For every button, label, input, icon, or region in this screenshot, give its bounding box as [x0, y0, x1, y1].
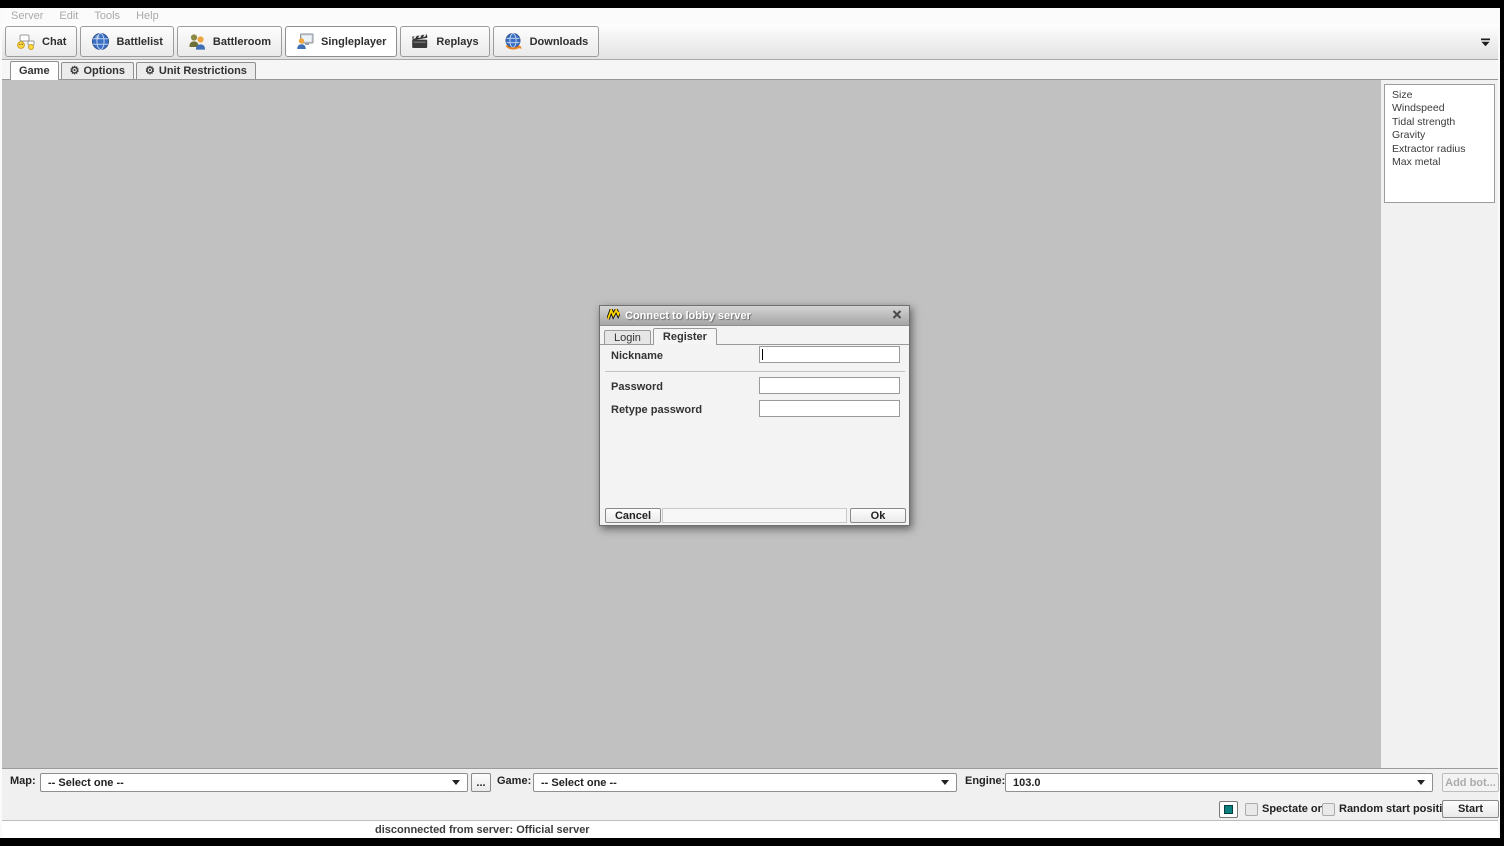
progress-gauge	[662, 508, 847, 523]
map-select-value: -- Select one --	[48, 777, 124, 789]
status-bar: disconnected from server: Official serve…	[2, 820, 1498, 838]
subtab-unit-restrictions[interactable]: ⚙ Unit Restrictions	[136, 62, 256, 79]
tab-downloads[interactable]: Downloads	[493, 26, 600, 57]
retype-password-label: Retype password	[611, 404, 702, 416]
tab-login-label: Login	[614, 332, 641, 344]
tab-chat-label: Chat	[42, 36, 66, 48]
random-start-checkbox[interactable]	[1322, 803, 1335, 816]
player-color-swatch	[1224, 805, 1233, 814]
screen: Server Edit Tools Help Chat	[0, 0, 1504, 846]
connect-dialog-title: Connect to lobby server	[625, 310, 751, 322]
tab-login[interactable]: Login	[604, 330, 651, 344]
subtab-options-label: Options	[83, 65, 125, 77]
map-info-panel: Size Windspeed Tidal strength Gravity Ex…	[1381, 80, 1498, 768]
globe-icon	[91, 32, 110, 51]
map-browse-button[interactable]: ...	[471, 773, 491, 792]
subtab-game-label: Game	[19, 65, 50, 77]
menu-bar: Server Edit Tools Help	[2, 8, 1498, 24]
gear-icon: ⚙	[70, 66, 80, 77]
game-select[interactable]: -- Select one --	[533, 773, 957, 792]
menu-server[interactable]: Server	[11, 10, 43, 22]
map-info-size-label: Size	[1392, 89, 1494, 102]
clapperboard-icon	[411, 32, 430, 51]
add-bot-button[interactable]: Add bot...	[1442, 773, 1499, 792]
password-label: Password	[611, 381, 663, 393]
nickname-field[interactable]	[759, 346, 900, 363]
connect-dialog-tabs: Login Register	[600, 327, 909, 345]
status-text: disconnected from server: Official serve…	[375, 824, 590, 836]
cancel-button[interactable]: Cancel	[605, 508, 661, 523]
close-icon[interactable]	[892, 310, 902, 322]
chat-icon	[16, 34, 36, 50]
tab-singleplayer-label: Singleplayer	[321, 36, 386, 48]
start-button[interactable]: Start	[1442, 800, 1499, 818]
cancel-label: Cancel	[615, 510, 651, 522]
tab-replays[interactable]: Replays	[400, 26, 489, 57]
tab-register-label: Register	[663, 331, 707, 343]
chevron-down-icon	[1417, 780, 1425, 785]
map-info-gravity-label: Gravity	[1392, 129, 1494, 142]
spectate-only-checkbox[interactable]	[1245, 803, 1258, 816]
lightning-icon	[607, 309, 620, 323]
tab-battleroom[interactable]: Battleroom	[177, 26, 282, 57]
gear-icon: ⚙	[145, 66, 155, 77]
tab-chat[interactable]: Chat	[5, 26, 77, 57]
start-label: Start	[1458, 803, 1483, 815]
ok-label: Ok	[871, 510, 886, 522]
menu-help[interactable]: Help	[136, 10, 159, 22]
map-info-extractor-label: Extractor radius	[1392, 143, 1494, 156]
divider	[605, 371, 905, 372]
engine-label: Engine:	[965, 775, 1005, 787]
users-icon	[188, 32, 207, 51]
tab-replays-label: Replays	[436, 36, 478, 48]
tab-singleplayer[interactable]: Singleplayer	[285, 26, 397, 57]
password-field[interactable]	[759, 377, 900, 394]
map-info-box: Size Windspeed Tidal strength Gravity Ex…	[1384, 84, 1495, 203]
subtab-unit-restrictions-label: Unit Restrictions	[159, 65, 247, 77]
add-bot-label: Add bot...	[1445, 777, 1496, 789]
subtab-options[interactable]: ⚙ Options	[61, 62, 134, 79]
singleplayer-icon	[296, 32, 315, 51]
map-select[interactable]: -- Select one --	[40, 773, 468, 792]
player-color-button[interactable]	[1219, 801, 1238, 818]
toolbar-overflow-icon[interactable]	[1480, 38, 1491, 50]
game-label: Game:	[497, 775, 531, 787]
menu-edit[interactable]: Edit	[59, 10, 78, 22]
subtab-game[interactable]: Game	[10, 61, 59, 80]
map-label: Map:	[10, 775, 36, 787]
tab-battlelist-label: Battlelist	[116, 36, 162, 48]
tab-downloads-label: Downloads	[530, 36, 589, 48]
nickname-label: Nickname	[611, 350, 663, 362]
main-toolbar: Chat Battlelist	[2, 24, 1498, 60]
singleplayer-subtabs: Game ⚙ Options ⚙ Unit Restrictions	[2, 60, 1498, 80]
battle-setup-bar: Map: -- Select one -- ... Game: -- Selec…	[2, 768, 1498, 820]
map-info-tidal-label: Tidal strength	[1392, 116, 1494, 129]
engine-select[interactable]: 103.0	[1005, 773, 1433, 792]
tab-battlelist[interactable]: Battlelist	[80, 26, 173, 57]
tab-battleroom-label: Battleroom	[213, 36, 271, 48]
map-info-maxmetal-label: Max metal	[1392, 156, 1494, 169]
connect-dialog-titlebar[interactable]: Connect to lobby server	[600, 306, 909, 326]
map-browse-label: ...	[476, 777, 485, 789]
ok-button[interactable]: Ok	[850, 508, 906, 523]
connect-dialog: Connect to lobby server Login Register N…	[599, 305, 910, 526]
game-select-value: -- Select one --	[541, 777, 617, 789]
chevron-down-icon	[452, 780, 460, 785]
text-caret	[762, 349, 763, 360]
chevron-down-icon	[941, 780, 949, 785]
engine-select-value: 103.0	[1013, 777, 1041, 789]
tab-register[interactable]: Register	[653, 328, 717, 345]
menu-tools[interactable]: Tools	[94, 10, 120, 22]
globe-download-icon	[504, 32, 524, 51]
retype-password-field[interactable]	[759, 400, 900, 417]
map-info-windspeed-label: Windspeed	[1392, 102, 1494, 115]
